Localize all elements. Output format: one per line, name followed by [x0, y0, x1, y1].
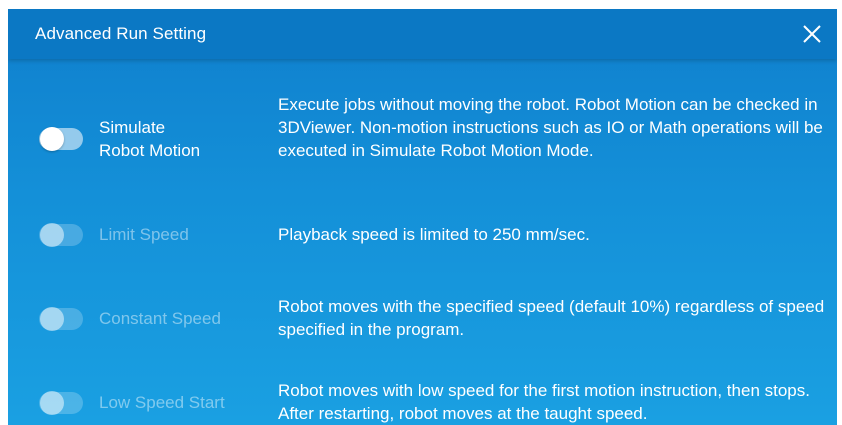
constant-speed-toggle[interactable]: [39, 307, 83, 331]
limit-speed-toggle[interactable]: [39, 223, 83, 247]
limit-speed-label: Limit Speed: [99, 225, 189, 244]
dialog-header: Advanced Run Setting: [8, 9, 837, 59]
advanced-run-setting-dialog: Advanced Run Setting Simulate Robot Moti…: [8, 9, 837, 425]
setting-row-low-speed-start: Low Speed Start Robot moves with low spe…: [8, 379, 837, 425]
label-line-2: Robot Motion: [99, 141, 201, 160]
simulate-robot-motion-description: Execute jobs without moving the robot. R…: [278, 95, 823, 160]
low-speed-start-toggle[interactable]: [39, 391, 83, 415]
toggle-knob: [40, 391, 64, 415]
toggle-knob: [40, 307, 64, 331]
simulate-robot-motion-label: Simulate Robot Motion: [99, 116, 200, 162]
setting-row-constant-speed: Constant Speed Robot moves with the spec…: [8, 295, 837, 343]
simulate-robot-motion-toggle[interactable]: [39, 127, 83, 151]
low-speed-start-label: Low Speed Start: [99, 393, 225, 412]
close-icon-glyph: [803, 25, 821, 43]
dialog-title: Advanced Run Setting: [35, 24, 207, 43]
constant-speed-label: Constant Speed: [99, 309, 221, 328]
toggle-knob: [40, 127, 64, 151]
label-line-1: Simulate: [99, 118, 166, 137]
setting-row-limit-speed: Limit Speed Playback speed is limited to…: [8, 223, 837, 249]
constant-speed-description: Robot moves with the specified speed (de…: [278, 297, 825, 339]
toggle-knob: [40, 223, 64, 247]
setting-row-simulate-robot-motion: Simulate Robot Motion Execute jobs witho…: [8, 93, 837, 189]
limit-speed-description: Playback speed is limited to 250 mm/sec.: [278, 225, 590, 244]
close-icon[interactable]: [799, 21, 825, 47]
low-speed-start-description: Robot moves with low speed for the first…: [278, 381, 810, 423]
